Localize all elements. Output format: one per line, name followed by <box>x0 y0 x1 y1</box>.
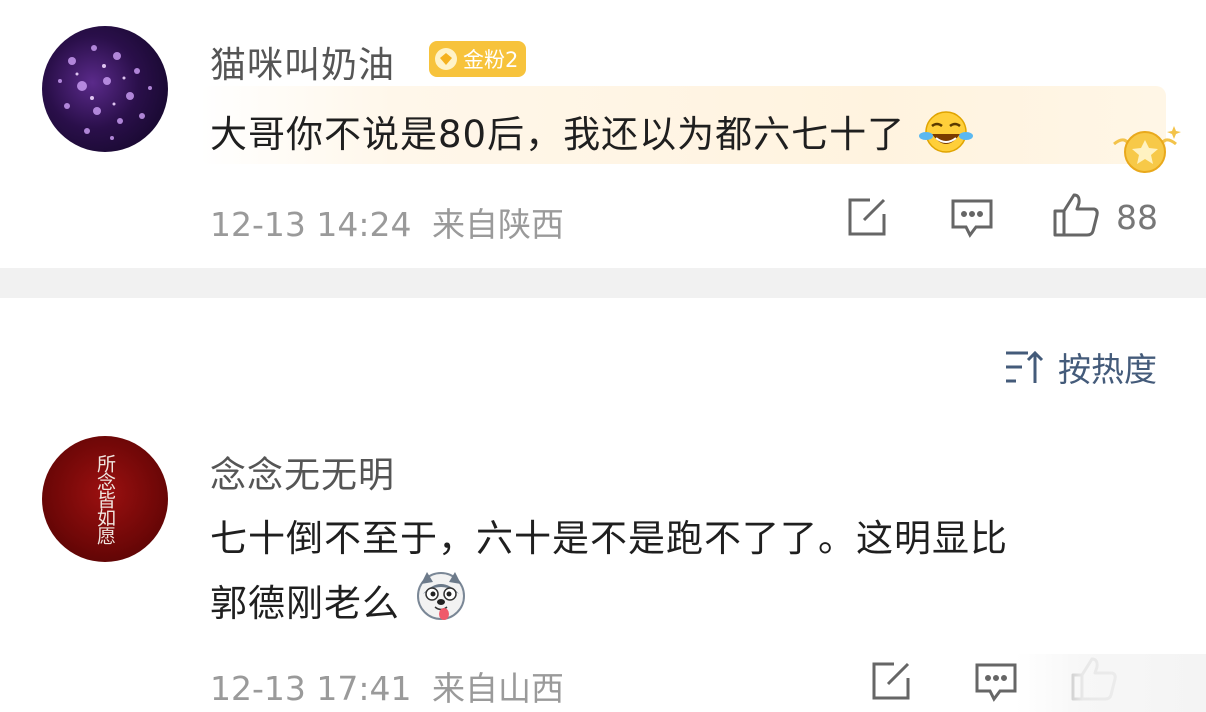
comment-icon[interactable] <box>950 198 994 242</box>
badge-label: 金粉2 <box>463 48 519 72</box>
comment-text: 七十倒不至于，六十是不是跑不了了。这明显比 郭德刚老么 <box>210 508 1008 641</box>
comment-meta: 12-13 14:24 来自陕西 <box>210 198 564 246</box>
diamond-icon <box>435 48 457 70</box>
share-icon[interactable] <box>870 660 912 706</box>
comment-text-line-2: 郭德刚老么 <box>210 582 400 625</box>
comment-text: 大哥你不说是80后，我还以为都六七十了 <box>210 104 974 165</box>
laugh-cry-emoji <box>918 108 974 165</box>
jellyfish-avatar-image <box>58 45 152 140</box>
share-icon[interactable] <box>846 196 888 242</box>
blurred-overlay <box>1016 654 1206 712</box>
comment-time: 12-13 17:41 <box>210 669 412 708</box>
username[interactable]: 念念无无明 <box>210 446 395 498</box>
comment-icon[interactable] <box>974 662 1018 706</box>
avatar-user-1[interactable] <box>42 26 168 152</box>
avatar-user-2[interactable]: 所念皆如愿 <box>42 436 168 562</box>
sort-label: 按热度 <box>1058 350 1157 389</box>
comment-time: 12-13 14:24 <box>210 205 412 244</box>
like-count: 88 <box>1116 198 1158 237</box>
sort-icon <box>1006 350 1044 383</box>
comment-location: 来自山西 <box>431 669 564 708</box>
section-divider <box>0 268 1206 298</box>
comment-location: 来自陕西 <box>431 205 564 244</box>
gold-medal-icon <box>1108 122 1182 182</box>
comment-meta: 12-13 17:41 来自山西 <box>210 662 564 710</box>
username[interactable]: 猫咪叫奶油 <box>210 36 395 88</box>
comment-text-body: 大哥你不说是80后，我还以为都六七十了 <box>210 113 906 156</box>
husky-dog-emoji <box>413 570 469 641</box>
comment-text-line-2-wrap: 郭德刚老么 <box>210 570 1008 641</box>
like-icon[interactable] <box>1052 192 1100 242</box>
sort-by-hot-button[interactable]: 按热度 <box>1004 343 1157 391</box>
fan-badge[interactable]: 金粉2 <box>429 41 527 77</box>
avatar-calligraphy: 所念皆如愿 <box>94 454 116 544</box>
comment-text-line-1: 七十倒不至于，六十是不是跑不了了。这明显比 <box>210 517 1008 560</box>
